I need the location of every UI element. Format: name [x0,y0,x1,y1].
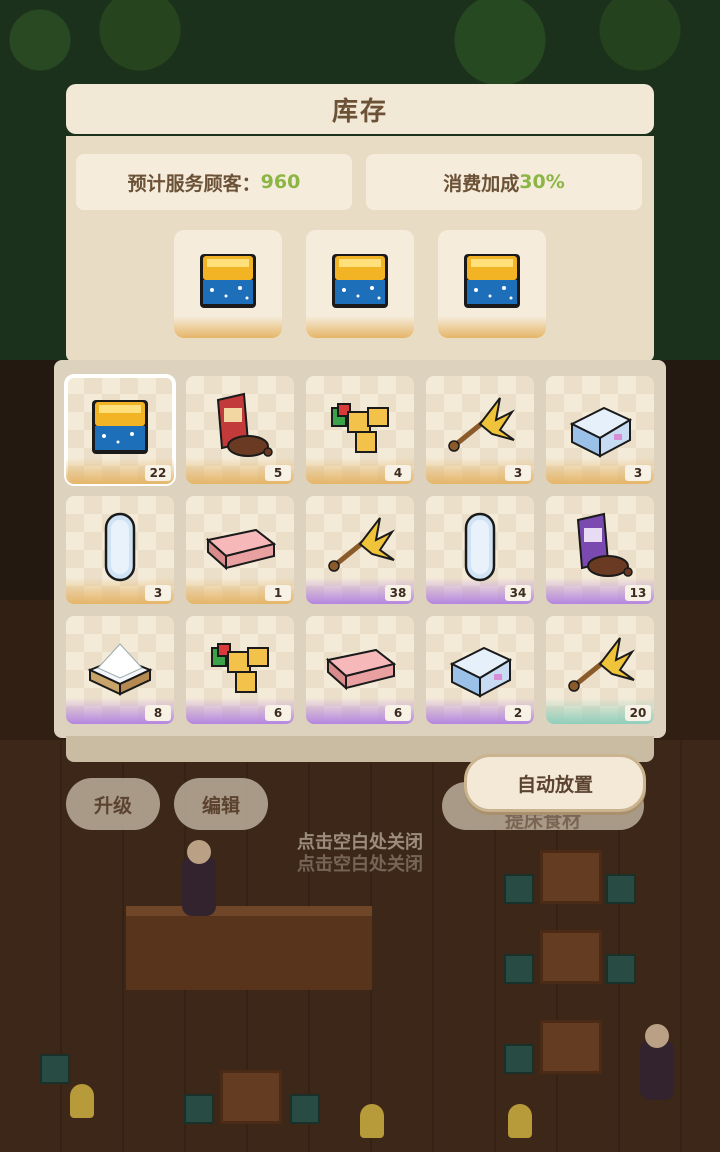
inventory-cell[interactable]: 5 [186,376,294,484]
meat-slab-icon [205,528,276,571]
item-count: 6 [385,705,411,721]
inventory-cell[interactable]: 1 [186,496,294,604]
inventory-cell[interactable]: 20 [546,616,654,724]
inventory-cell[interactable]: 3 [66,496,174,604]
equipped-slot-3[interactable]: 20 [438,230,546,338]
customers-label: 预计服务顾客： [127,172,261,195]
gold-box-icon [332,254,388,308]
gold-box-icon [464,254,520,308]
inventory-cell[interactable]: 34 [426,496,534,604]
sugar-tray-icon [87,643,153,696]
inventory-cell[interactable]: 3 [426,376,534,484]
item-count: 38 [385,585,411,601]
inventory-cell[interactable]: 22 [64,374,176,486]
inventory-title: 库存 [66,84,654,134]
item-count: 1 [265,585,291,601]
item-count: 20 [625,705,651,721]
wheat-bundle-icon [568,637,635,692]
inventory-cell[interactable]: 2 [426,616,534,724]
gold-box-icon [92,400,148,454]
meat-slab-icon [325,648,396,691]
item-count: 2 [505,705,531,721]
item-count: 6 [265,705,291,721]
equipped-slot-2[interactable]: 20 [306,230,414,338]
wheat-bundle-icon [328,517,395,572]
auto-place-button[interactable]: 自动放置 [464,754,646,812]
close-hint-shadow: 点击空白处关闭 [297,854,423,875]
customers-value: 960 [260,171,301,193]
auto-place-label: 自动放置 [516,773,593,796]
item-count: 34 [505,585,531,601]
inventory-cell[interactable]: 6 [186,616,294,724]
inventory-cell[interactable]: 13 [546,496,654,604]
inventory-cell[interactable]: 4 [306,376,414,484]
inventory-cell[interactable]: 38 [306,496,414,604]
edit-button[interactable]: 编辑 [174,778,268,830]
inventory-grid: 22 5 4 3 3 3 1 38 34 13 8 6 6 2 20 [54,360,666,738]
ice-bottle-icon [104,512,136,582]
item-count: 3 [505,465,531,481]
customers-stat: 预计服务顾客： 960 [76,154,352,210]
inventory-cell[interactable]: 8 [66,616,174,724]
bonus-value: 30% [519,171,565,193]
item-count: 3 [625,465,651,481]
item-count: 8 [145,705,171,721]
upgrade-label: 升级 [93,794,132,817]
item-count: 4 [385,465,411,481]
equipped-slot-1[interactable]: 20 [174,230,282,338]
gold-box-icon [200,254,256,308]
coffee-bag-icon [216,392,273,457]
inventory-title-text: 库存 [331,96,388,127]
equipped-panel: 预计服务顾客： 960 消费加成 30% 20 20 20 [66,136,654,362]
bonus-label: 消费加成 [443,172,520,195]
coffee-bag-icon [576,512,633,577]
item-count: 13 [625,585,651,601]
cheese-veggie-icon [331,403,389,453]
item-count: 20 [517,319,543,335]
cheese-veggie-icon [211,643,269,693]
milk-carton-icon [449,646,513,698]
inventory-cell[interactable]: 6 [306,616,414,724]
upgrade-button[interactable]: 升级 [66,778,160,830]
ice-bottle-icon [464,512,496,582]
bonus-stat: 消费加成 30% [366,154,642,210]
item-count: 3 [145,585,171,601]
milk-carton-icon [569,406,633,458]
item-count: 20 [385,319,411,335]
wheat-bundle-icon [448,397,515,452]
item-count: 5 [265,465,291,481]
item-count: 20 [253,319,279,335]
edit-label: 编辑 [201,794,240,817]
item-count: 22 [145,465,171,481]
inventory-cell[interactable]: 3 [546,376,654,484]
